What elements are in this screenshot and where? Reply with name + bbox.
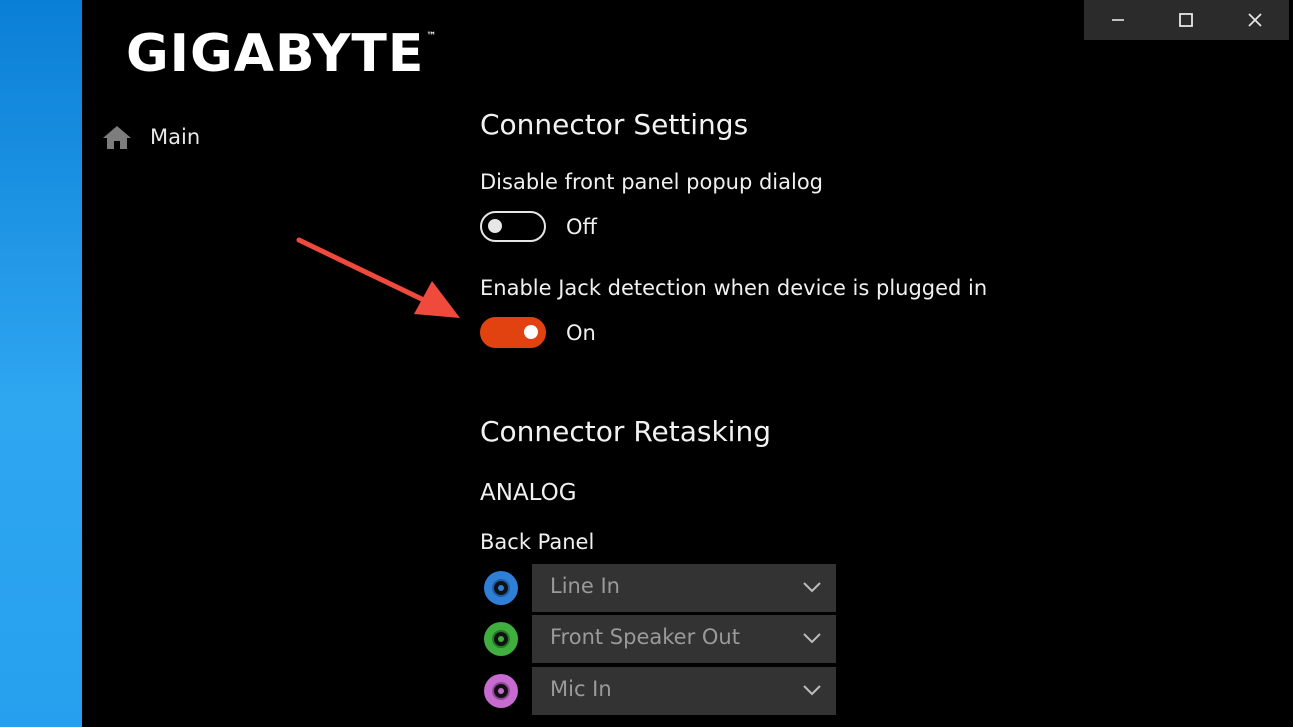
select-value: Mic In xyxy=(550,677,612,701)
line-in-select[interactable]: Line In xyxy=(532,564,836,612)
sidebar-item-main[interactable]: Main xyxy=(102,124,200,150)
close-icon xyxy=(1248,13,1262,27)
gigabyte-logo: GIGABYTE ™ xyxy=(126,28,437,80)
jack-pin xyxy=(498,636,504,642)
chevron-down-icon xyxy=(803,633,821,644)
jack-row-front-speaker-out: Front Speaker Out xyxy=(480,615,840,663)
close-button[interactable] xyxy=(1221,0,1289,40)
jack-row-mic-in: Mic In xyxy=(480,667,840,715)
app-window: GIGABYTE ™ Main Connector Settings Disabl… xyxy=(82,0,1293,727)
jack-pin xyxy=(498,585,504,591)
mic-in-select[interactable]: Mic In xyxy=(532,667,836,715)
chevron-down-icon xyxy=(803,685,821,696)
minimize-button[interactable] xyxy=(1084,0,1152,40)
logo-trademark: ™ xyxy=(426,31,438,42)
pink-jack-icon xyxy=(484,674,518,708)
jack-detection-toggle[interactable] xyxy=(480,317,546,348)
window-controls xyxy=(1084,0,1289,40)
toggle-knob xyxy=(488,219,502,233)
back-panel-subtitle: Back Panel xyxy=(480,530,595,554)
select-value: Front Speaker Out xyxy=(550,625,740,649)
front-panel-popup-state: Off xyxy=(566,215,597,239)
green-jack-icon xyxy=(484,622,518,656)
maximize-icon xyxy=(1179,13,1194,27)
blue-jack-icon xyxy=(484,571,518,605)
maximize-button[interactable] xyxy=(1152,0,1220,40)
connector-retasking-title: Connector Retasking xyxy=(480,415,771,448)
home-icon xyxy=(103,126,131,149)
select-value: Line In xyxy=(550,574,620,598)
logo-text: GIGABYTE xyxy=(126,24,425,84)
front-panel-popup-toggle[interactable] xyxy=(480,211,546,242)
jack-row-line-in: Line In xyxy=(480,564,840,612)
screenshot: GIGABYTE ™ Main Connector Settings Disabl… xyxy=(0,0,1293,727)
sidebar-item-label: Main xyxy=(150,125,201,149)
jack-detection-state: On xyxy=(566,321,596,345)
minimize-icon xyxy=(1112,19,1125,21)
desktop-background xyxy=(0,0,82,727)
front-speaker-out-select[interactable]: Front Speaker Out xyxy=(532,615,836,663)
chevron-down-icon xyxy=(803,582,821,593)
jack-detection-label: Enable Jack detection when device is plu… xyxy=(480,276,988,300)
analog-section-title: ANALOG xyxy=(480,480,577,506)
front-panel-popup-label: Disable front panel popup dialog xyxy=(480,170,824,194)
toggle-knob xyxy=(524,325,538,339)
connector-settings-title: Connector Settings xyxy=(480,108,749,141)
jack-pin xyxy=(498,688,504,694)
